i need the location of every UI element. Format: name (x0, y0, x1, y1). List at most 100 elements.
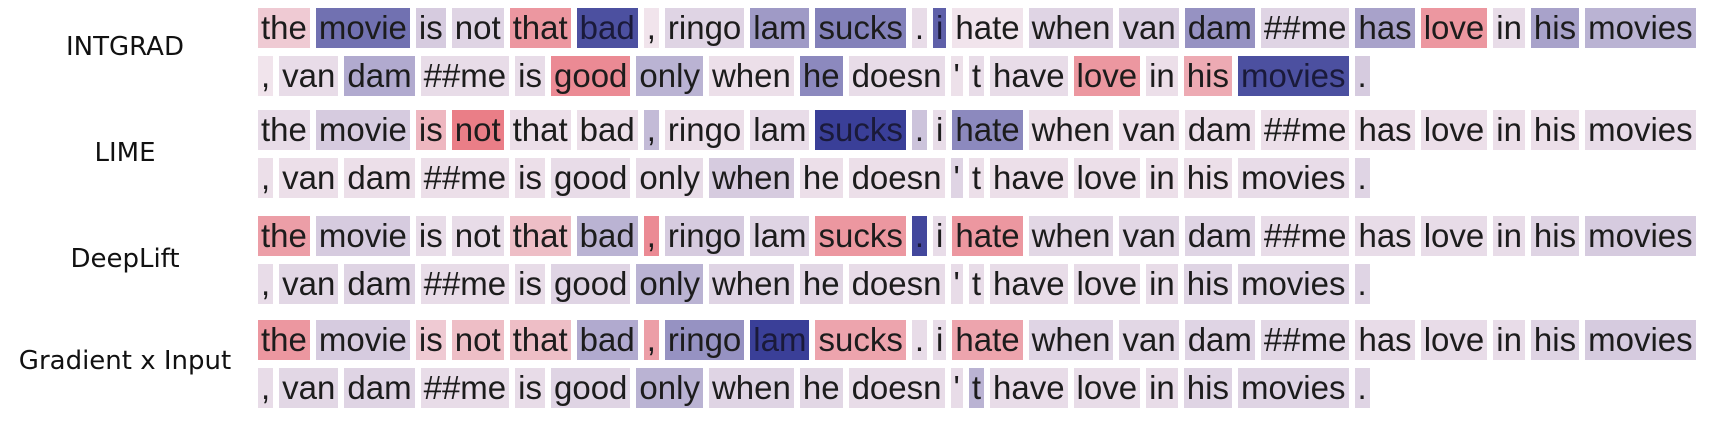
token-highlight: sucks (815, 216, 906, 256)
token-highlight: good (551, 56, 631, 96)
token-highlight: ' (950, 56, 963, 96)
token-highlight: has (1355, 110, 1415, 150)
token-highlight: movies (1585, 320, 1696, 360)
token-highlight: when (708, 158, 794, 198)
token-highlight: , (258, 368, 274, 408)
token-highlight: in (1146, 56, 1178, 96)
token-highlight: dam (344, 56, 415, 96)
token-highlight: when (708, 56, 794, 96)
token-highlight: movies (1585, 216, 1696, 256)
token-highlight: sucks (815, 320, 906, 360)
token-highlight: bad (576, 110, 638, 150)
token-highlight: is (515, 56, 545, 96)
token-highlight: doesn (848, 158, 945, 198)
token-highlight: dam (1184, 320, 1255, 360)
token-highlight: good (551, 368, 631, 408)
token-highlight: in (1146, 158, 1178, 198)
token-highlight: movie (315, 216, 410, 256)
token-highlight: ' (950, 264, 963, 304)
token-highlight: love (1073, 158, 1141, 198)
token-highlight: in (1493, 320, 1525, 360)
token-highlight: have (989, 56, 1068, 96)
token-highlight: when (708, 264, 794, 304)
token-highlight: is (515, 368, 545, 408)
token-highlight: is (415, 216, 446, 256)
token-highlight: the (258, 320, 310, 360)
token-highlight: the (258, 110, 310, 150)
token-highlight: . (911, 110, 928, 150)
token-highlight: , (643, 320, 659, 360)
token-highlight: dam (344, 264, 415, 304)
token-highlight: van (1119, 320, 1179, 360)
token-highlight: his (1183, 368, 1232, 408)
token-highlight: when (1028, 8, 1114, 48)
token-highlight: dam (1184, 110, 1255, 150)
token-highlight: his (1530, 110, 1580, 150)
token-highlight: in (1493, 8, 1525, 48)
token-highlight: only (636, 158, 703, 198)
token-highlight: doesn (848, 56, 945, 96)
token-highlight: . (1354, 264, 1370, 304)
token-highlight: movie (315, 320, 410, 360)
token-highlight: hate (952, 8, 1023, 48)
token-highlight: only (636, 264, 703, 304)
token-highlight: the (258, 216, 310, 256)
token-highlight: love (1420, 110, 1488, 150)
token-highlight: van (1119, 8, 1179, 48)
token-highlight: bad (576, 320, 638, 360)
token-highlight: ringo (664, 216, 745, 256)
token-highlight: movies (1237, 368, 1349, 408)
token-highlight: love (1420, 8, 1488, 48)
token-highlight: his (1530, 8, 1580, 48)
token-highlight: is (515, 158, 545, 198)
token-highlight: he (799, 56, 843, 96)
token-highlight: t (968, 158, 984, 198)
token-highlight: hate (952, 216, 1023, 256)
token-highlight: that (509, 110, 571, 150)
token-highlight: ##me (420, 56, 510, 96)
token-highlight: lam (750, 8, 810, 48)
token-highlight: t (968, 56, 984, 96)
token-highlight: i (933, 8, 947, 48)
token-highlight: ringo (664, 320, 745, 360)
token-highlight: his (1183, 264, 1232, 304)
token-highlight: ##me (1260, 8, 1350, 48)
token-highlight: ##me (420, 368, 510, 408)
token-highlight: , (258, 56, 274, 96)
token-highlight: his (1530, 216, 1580, 256)
token-highlight: dam (344, 368, 415, 408)
token-highlight: doesn (848, 368, 945, 408)
token-highlight: love (1420, 216, 1488, 256)
token-highlight: van (279, 368, 339, 408)
token-highlight: . (911, 8, 928, 48)
token-highlight: good (551, 264, 631, 304)
token-highlight: ringo (664, 8, 745, 48)
token-highlight: lam (750, 110, 810, 150)
token-highlight: movies (1237, 264, 1349, 304)
token-highlight: dam (1184, 8, 1255, 48)
token-highlight: ringo (664, 110, 745, 150)
token-highlight: movies (1585, 8, 1696, 48)
token-highlight: his (1183, 56, 1232, 96)
token-highlight: . (911, 216, 928, 256)
token-highlight: . (1354, 158, 1370, 198)
token-highlight: ' (950, 158, 963, 198)
token-highlight: , (643, 110, 659, 150)
token-highlight: van (279, 56, 339, 96)
token-highlight: dam (344, 158, 415, 198)
token-highlight: has (1355, 320, 1415, 360)
token-highlight: love (1073, 368, 1141, 408)
token-highlight: i (933, 216, 947, 256)
token-highlight: , (258, 264, 274, 304)
token-highlight: ##me (420, 264, 510, 304)
token-highlight: in (1146, 264, 1178, 304)
token-sentence: the movie is not that bad, ringo lam sucks. i hate… (258, 110, 1708, 206)
method-label: Gradient x Input (18, 346, 232, 376)
token-highlight: is (515, 264, 545, 304)
token-highlight: van (279, 264, 339, 304)
method-label: LIME (94, 138, 156, 168)
token-highlight: in (1146, 368, 1178, 408)
token-highlight: van (1119, 216, 1179, 256)
token-highlight: doesn (848, 264, 945, 304)
token-highlight: movies (1237, 158, 1349, 198)
